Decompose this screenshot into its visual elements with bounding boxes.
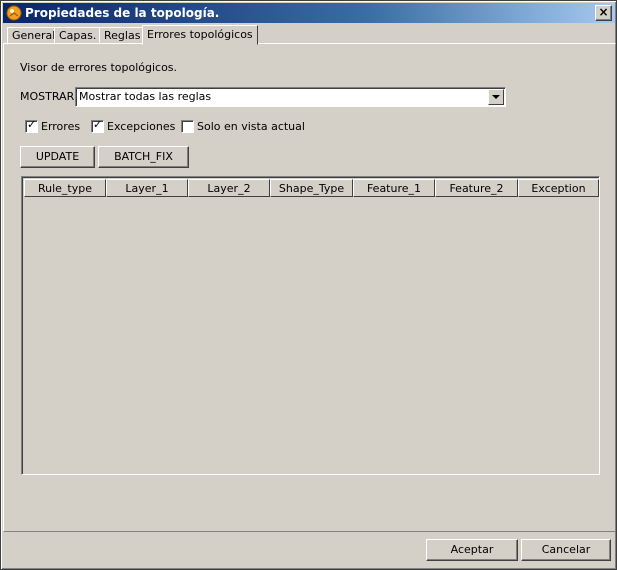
column-layer-1[interactable]: Layer_1	[106, 179, 188, 197]
column-feature-1[interactable]: Feature_1	[353, 179, 435, 197]
app-icon	[6, 5, 22, 21]
properties-dialog: Propiedades de la topología. × General C…	[0, 0, 617, 570]
check-icon: ✓	[27, 118, 37, 131]
show-label: MOSTRAR	[20, 90, 75, 103]
current-view-checkbox[interactable]	[181, 120, 194, 133]
close-button[interactable]: ×	[595, 5, 612, 21]
column-feature-2[interactable]: Feature_2	[435, 179, 518, 197]
cancel-button[interactable]: Cancelar	[521, 539, 611, 561]
current-view-checkbox-label: Solo en vista actual	[197, 120, 305, 133]
column-rule-type[interactable]: Rule_type	[24, 179, 106, 197]
exceptions-checkbox-label: Excepciones	[107, 120, 176, 133]
title-bar[interactable]: Propiedades de la topología. ×	[3, 3, 615, 23]
close-icon: ×	[598, 5, 609, 19]
tab-errores-topologicos[interactable]: Errores topológicos	[142, 25, 258, 45]
table-header: Rule_type Layer_1 Layer_2 Shape_Type Fea…	[24, 179, 599, 197]
accept-button[interactable]: Aceptar	[426, 539, 518, 561]
errors-checkbox[interactable]: ✓	[25, 118, 38, 133]
chevron-down-icon[interactable]	[488, 89, 504, 105]
batch-fix-button[interactable]: BATCH_FIX	[98, 146, 189, 168]
column-layer-2[interactable]: Layer_2	[188, 179, 270, 197]
window-title: Propiedades de la topología.	[25, 6, 220, 20]
column-shape-type[interactable]: Shape_Type	[270, 179, 353, 197]
show-rules-value: Mostrar todas las reglas	[79, 90, 212, 103]
exceptions-checkbox[interactable]: ✓	[91, 118, 104, 133]
column-exception[interactable]: Exception	[518, 179, 599, 197]
update-button[interactable]: UPDATE	[20, 146, 95, 168]
show-rules-select[interactable]: Mostrar todas las reglas	[75, 87, 506, 107]
errors-table[interactable]: Rule_type Layer_1 Layer_2 Shape_Type Fea…	[21, 176, 600, 475]
check-icon: ✓	[93, 118, 103, 131]
panel-heading: Visor de errores topológicos.	[20, 61, 178, 74]
errors-checkbox-label: Errores	[41, 120, 81, 133]
